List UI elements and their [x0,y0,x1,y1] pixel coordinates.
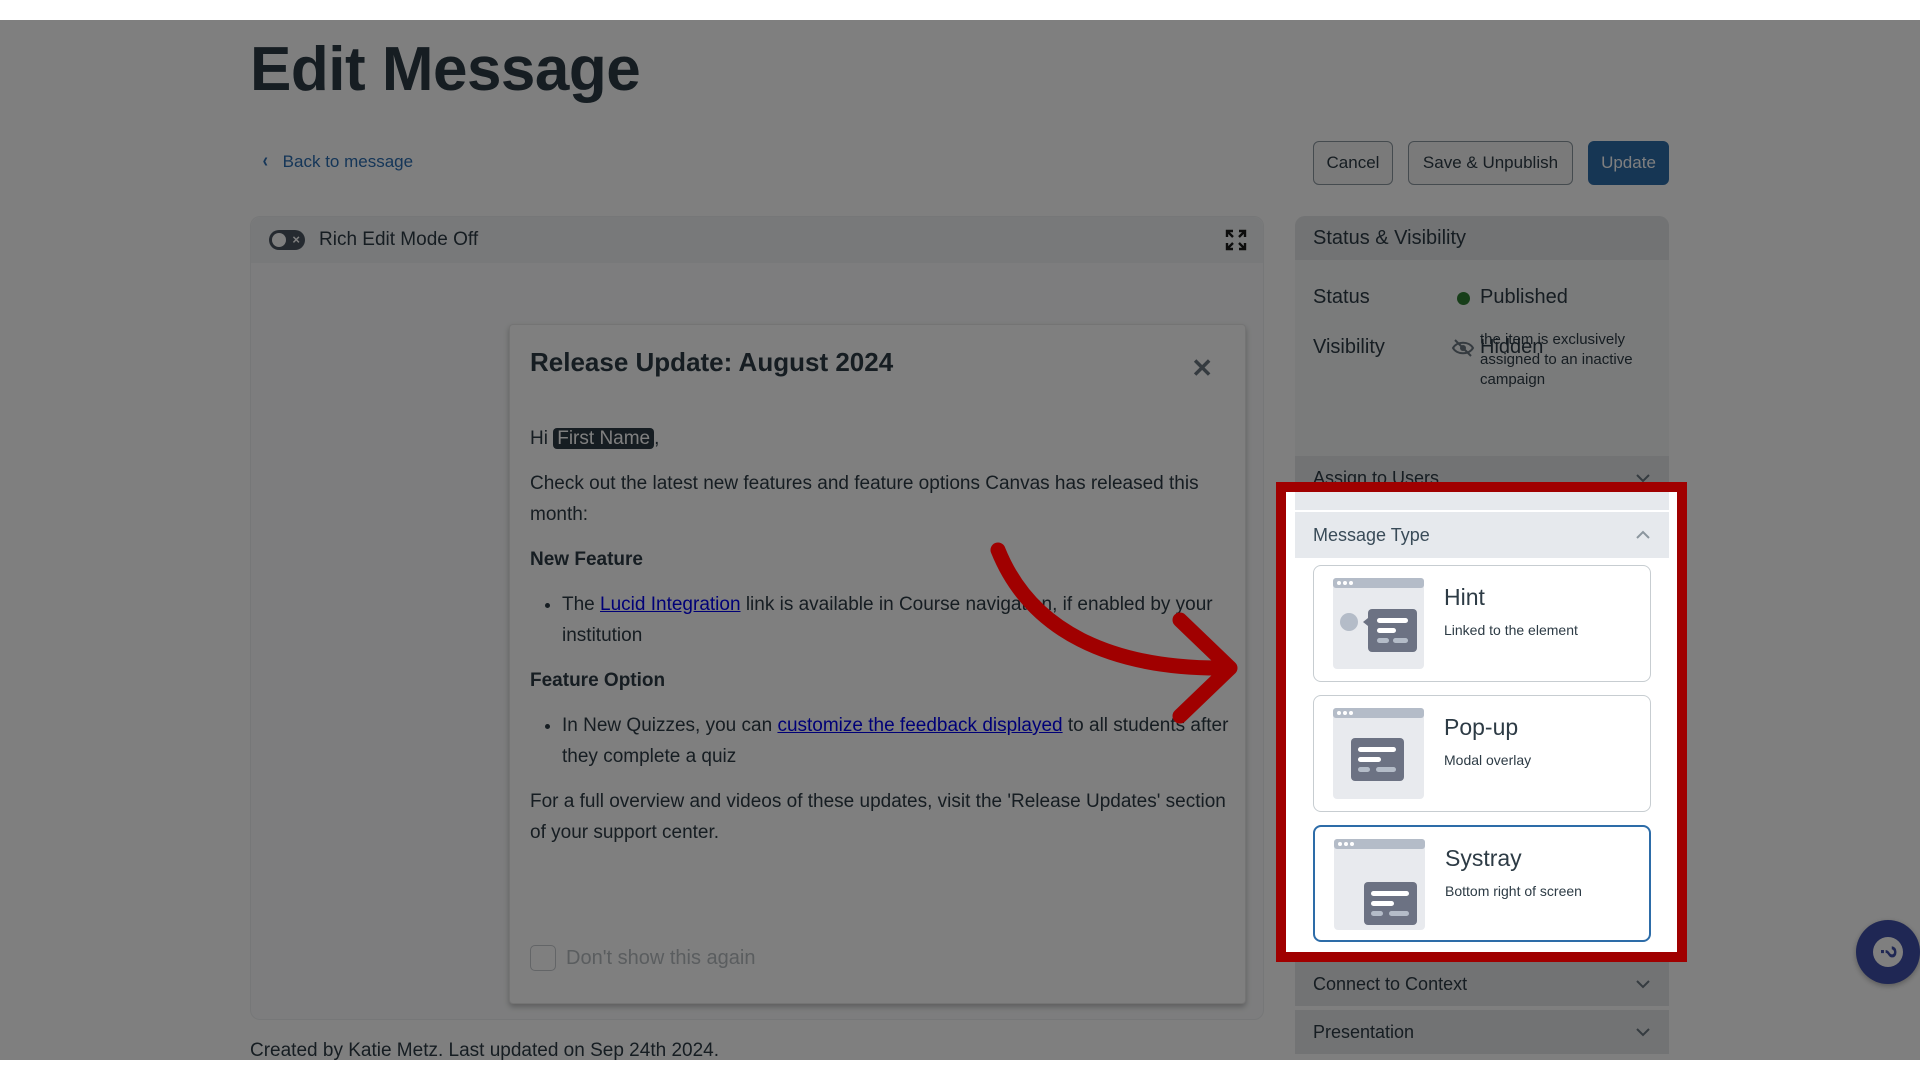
status-dot-icon [1457,292,1470,305]
cancel-button[interactable]: Cancel [1313,141,1393,185]
option-title: Hint [1444,584,1485,610]
chevron-down-icon [1636,980,1650,989]
customize-feedback-link[interactable]: customize the feedback displayed [777,715,1062,736]
connect-to-context-accordion[interactable]: Connect to Context [1295,962,1669,1006]
lucid-integration-link[interactable]: Lucid Integration [600,594,741,615]
section-heading-feature-option: Feature Option [530,670,666,691]
page-title: Edit Message [250,35,641,104]
intro-paragraph: Check out the latest new features and fe… [530,473,1199,525]
message-type-option-hint[interactable]: Hint Linked to the element [1313,565,1651,682]
message-type-option-systray[interactable]: Systray Bottom right of screen [1313,825,1651,942]
first-name-token: First Name [553,428,655,449]
option-desc: Modal overlay [1444,752,1532,768]
option-desc: Bottom right of screen [1445,883,1582,899]
closing-paragraph: For a full overview and videos of these … [530,791,1226,843]
hint-illustration-icon [1333,578,1424,669]
back-link-label: Back to message [282,151,414,171]
expand-icon[interactable] [1225,229,1247,251]
rich-edit-label: Rich Edit Mode Off [319,229,479,250]
message-type-title: Message Type [1313,524,1430,545]
visibility-label: Visibility [1313,336,1385,358]
message-preview-card: Release Update: August 2024 ✕ Hi First N… [509,324,1246,1004]
new-feature-list: The Lucid Integration link is available … [562,589,1230,651]
message-type-header[interactable]: Message Type [1295,512,1669,558]
systray-illustration-icon [1334,839,1425,930]
chevron-left-icon: ‹ [262,150,269,172]
status-visibility-panel: Status & Visibility Status Published Vis… [1295,216,1669,476]
close-icon[interactable]: ✕ [1191,355,1213,381]
option-title: Pop-up [1444,714,1519,740]
presentation-label: Presentation [1313,1021,1415,1042]
option-title: Systray [1445,845,1522,871]
help-button[interactable]: ? [1856,920,1920,984]
list-item: In New Quizzes, you can customize the fe… [562,710,1230,772]
item-text: In New Quizzes, you can [562,715,773,736]
chevron-up-icon [1636,530,1650,539]
greeting-suffix: , [654,428,660,449]
message-type-option-popup[interactable]: Pop-up Modal overlay [1313,695,1651,812]
back-to-message-link[interactable]: ‹ Back to message [262,150,413,173]
panel-strip [1295,492,1669,510]
dont-show-checkbox[interactable] [530,945,556,971]
message-type-panel: Message Type Hint Linked to the element [1286,492,1677,952]
message-body: Hi First Name, Check out the latest new … [530,423,1230,862]
list-item: The Lucid Integration link is available … [562,589,1230,651]
rich-edit-toggle[interactable]: × [269,230,305,250]
eye-off-icon [1451,339,1475,357]
dont-show-again: Don't show this again [530,945,755,971]
status-visibility-header: Status & Visibility [1295,216,1669,260]
section-heading-new-feature: New Feature [530,549,643,570]
editor-header: × Rich Edit Mode Off [251,217,1263,263]
option-desc: Linked to the element [1444,622,1578,638]
status-label: Status [1313,286,1370,308]
connect-to-context-label: Connect to Context [1313,973,1468,994]
status-value: Published [1480,286,1568,308]
chevron-down-icon [1636,1028,1650,1037]
footer-note: Created by Katie Metz. Last updated on S… [250,1040,719,1060]
feature-option-list: In New Quizzes, you can customize the fe… [562,710,1230,772]
toggle-off-icon: × [292,232,300,247]
greeting-prefix: Hi [530,428,548,449]
presentation-accordion[interactable]: Presentation [1295,1010,1669,1054]
visibility-description: the item is exclusively assigned to an i… [1480,331,1633,388]
dont-show-label: Don't show this again [566,946,756,969]
message-title: Release Update: August 2024 [530,347,894,377]
save-unpublish-button[interactable]: Save & Unpublish [1408,141,1573,185]
editor-panel: × Rich Edit Mode Off Release Update: Aug… [250,216,1264,1020]
update-button[interactable]: Update [1588,141,1669,185]
message-type-highlight: Message Type Hint Linked to the element [1276,482,1687,962]
item-text: The [562,594,595,615]
popup-illustration-icon [1333,708,1424,799]
question-mark-icon: ? [1873,937,1903,967]
greeting: Hi First Name, [530,423,1230,454]
